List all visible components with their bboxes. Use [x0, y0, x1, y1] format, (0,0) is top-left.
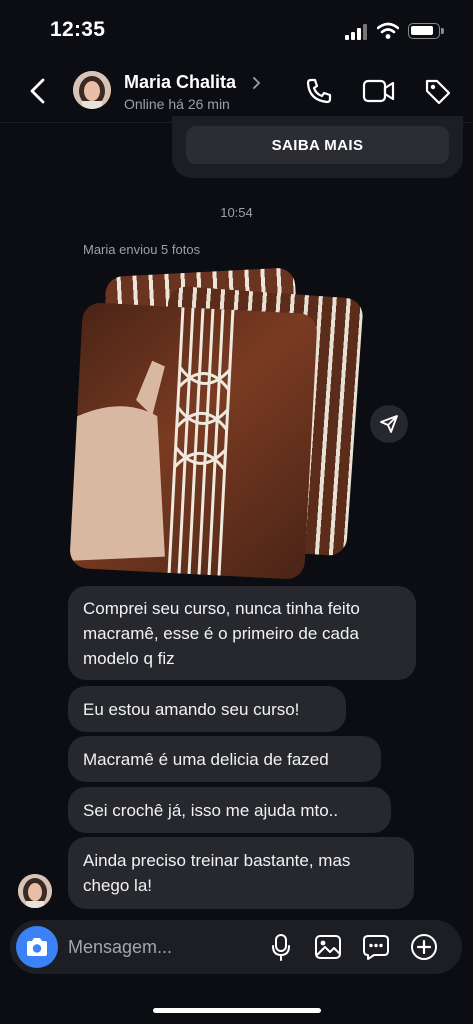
- share-photo-button[interactable]: [370, 405, 408, 443]
- contact-name[interactable]: Maria Chalita: [124, 72, 236, 93]
- chat-bubble-icon[interactable]: [362, 933, 390, 961]
- video-camera-icon[interactable]: [362, 78, 396, 104]
- paper-plane-icon: [380, 415, 398, 433]
- message-bubble[interactable]: Comprei seu curso, nunca tinha feito mac…: [68, 586, 416, 680]
- plus-circle-icon[interactable]: [410, 933, 438, 961]
- message-composer: [10, 920, 462, 974]
- photo-stack[interactable]: [69, 267, 364, 580]
- message-text: Comprei seu curso, nunca tinha feito mac…: [83, 598, 360, 668]
- home-indicator: [153, 1008, 321, 1013]
- back-chevron-icon[interactable]: [28, 78, 48, 104]
- message-text: Ainda preciso treinar bastante, mas cheg…: [83, 851, 351, 895]
- chevron-right-icon[interactable]: [252, 76, 262, 90]
- photo-main: [69, 302, 318, 580]
- message-bubble[interactable]: Macramê é uma delicia de fazed: [68, 736, 381, 782]
- tag-icon[interactable]: [423, 77, 453, 105]
- message-bubble[interactable]: Sei crochê já, isso me ajuda mto..: [68, 787, 391, 833]
- saiba-mais-button[interactable]: SAIBA MAIS: [186, 126, 449, 164]
- camera-icon: [27, 938, 47, 956]
- message-bubble[interactable]: Ainda preciso treinar bastante, mas cheg…: [68, 837, 414, 909]
- photos-caption: Maria enviou 5 fotos: [83, 242, 201, 257]
- message-bubble[interactable]: Eu estou amando seu curso!: [68, 686, 346, 732]
- wifi-icon: [377, 22, 399, 39]
- status-time: 12:35: [50, 18, 106, 41]
- battery-icon: [408, 23, 444, 39]
- sender-avatar[interactable]: [18, 874, 52, 908]
- contact-status: Online há 26 min: [124, 96, 230, 112]
- saiba-mais-label: SAIBA MAIS: [271, 136, 364, 154]
- thread-timestamp: 10:54: [220, 205, 253, 220]
- phone-icon[interactable]: [305, 77, 333, 105]
- signal-icon: [345, 24, 369, 40]
- message-text: Macramê é uma delicia de fazed: [83, 749, 329, 769]
- message-text: Sei crochê já, isso me ajuda mto..: [83, 800, 339, 820]
- microphone-icon[interactable]: [271, 934, 291, 961]
- camera-button[interactable]: [16, 926, 58, 968]
- message-input[interactable]: [68, 932, 258, 962]
- image-icon[interactable]: [314, 934, 342, 960]
- message-text: Eu estou amando seu curso!: [83, 699, 300, 719]
- contact-avatar[interactable]: [73, 71, 111, 109]
